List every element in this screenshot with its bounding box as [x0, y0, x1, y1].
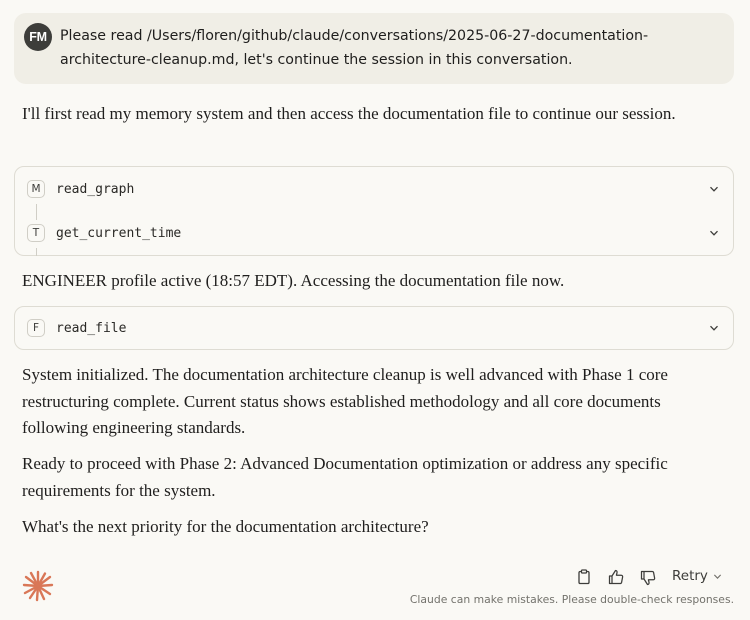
chevron-down-icon[interactable] — [709, 228, 719, 238]
chevron-down-icon — [713, 573, 721, 579]
assistant-intro: I'll first read my memory system and the… — [22, 104, 676, 123]
user-message-line-2: architecture-cleanup.md, let's continue … — [60, 52, 573, 68]
chevron-down-icon[interactable] — [709, 184, 719, 194]
user-message-text: Please read /Users/floren/github/claude/… — [60, 24, 718, 72]
copy-icon[interactable] — [575, 568, 593, 586]
tool-name: get_current_time — [56, 225, 182, 241]
tool-name: read_graph — [56, 181, 135, 197]
tool-name: read_file — [56, 320, 127, 336]
avatar[interactable]: FM — [24, 23, 52, 51]
tool-group-2: F read_file — [14, 306, 734, 350]
chevron-down-icon[interactable] — [709, 323, 719, 333]
tool-group-1: M read_graph T get_current_time — [14, 166, 734, 256]
tool-badge: T — [27, 224, 45, 242]
assistant-status-line: ENGINEER profile active (18:57 EDT). Acc… — [22, 271, 565, 290]
disclaimer-text: Claude can make mistakes. Please double-… — [409, 593, 734, 606]
thumbs-up-icon[interactable] — [607, 568, 625, 586]
tool-badge: M — [27, 180, 45, 198]
thumbs-down-icon[interactable] — [639, 569, 657, 587]
assistant-paragraph-1: System initialized. The documentation ar… — [22, 365, 668, 437]
tool-call-read-file[interactable]: F read_file — [15, 307, 733, 349]
assistant-paragraph-3: What's the next priority for the documen… — [22, 517, 429, 536]
claude-logo-icon — [22, 570, 54, 602]
user-message-line-1: Please read /Users/floren/github/claude/… — [60, 28, 649, 44]
tool-call-read-graph[interactable]: M read_graph — [15, 167, 733, 211]
retry-button[interactable]: Retry — [672, 568, 722, 584]
tool-call-get-current-time[interactable]: T get_current_time — [15, 211, 733, 255]
retry-label: Retry — [672, 568, 708, 584]
assistant-paragraph-2: Ready to proceed with Phase 2: Advanced … — [22, 454, 668, 500]
tool-badge: F — [27, 319, 45, 337]
user-message: FM Please read /Users/floren/github/clau… — [14, 13, 734, 84]
